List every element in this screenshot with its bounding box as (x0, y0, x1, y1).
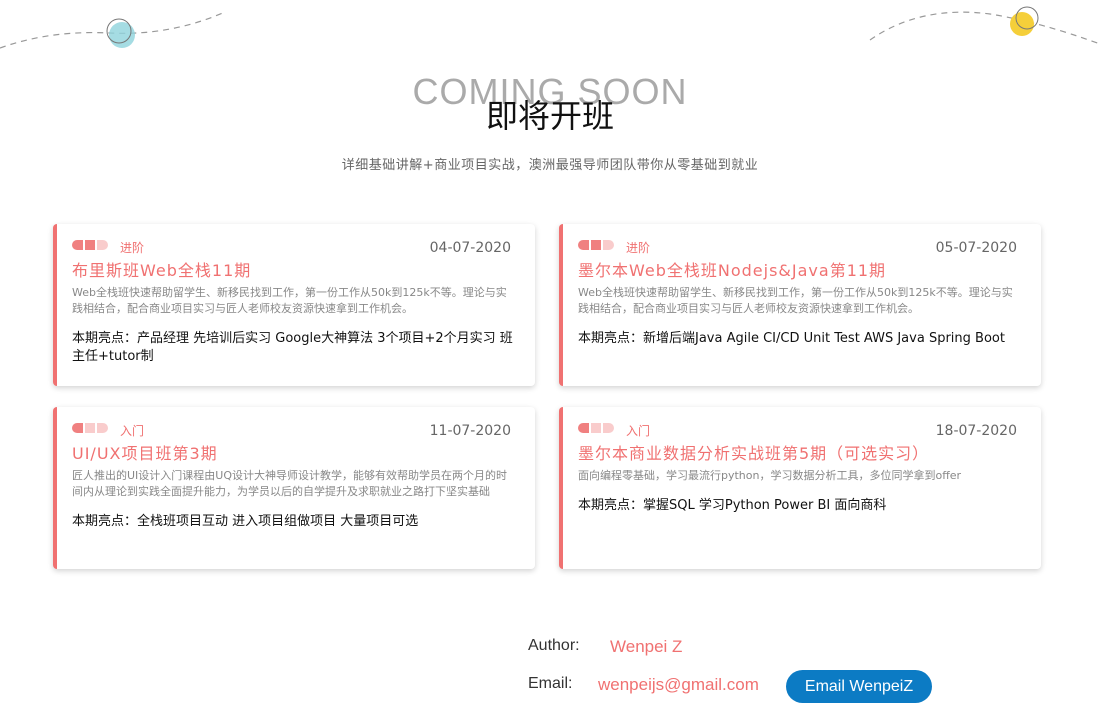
level-beginner-icon (72, 423, 108, 433)
level-badge: 进阶 (120, 241, 145, 255)
hero-section: COMING SOON 即将开班 详细基础讲解+商业项目实战，澳洲最强导师团队带… (0, 70, 1100, 173)
author-label: Author: (528, 637, 580, 654)
course-description: 面向编程零基础，学习最流行python，学习数据分析工具，多位同学拿到offer (578, 469, 962, 482)
dashed-curve-right (869, 11, 1100, 45)
page-subtitle: 详细基础讲解+商业项目实战，澳洲最强导师团队带你从零基础到就业 (341, 158, 759, 173)
email-row: Email: wenpeijs@gmail.com Email WenpeiZ (528, 670, 1048, 705)
course-card[interactable]: 入门 18-07-2020 墨尔本商业数据分析实战班第5期（可选实习） 面向编程… (559, 407, 1041, 569)
start-date: 05-07-2020 (935, 240, 1017, 256)
course-title[interactable]: UI/UX项目班第3期 (72, 443, 517, 465)
course-title[interactable]: 墨尔本Web全栈班Nodejs&Java第11期 (578, 260, 1023, 282)
level-advanced-icon (578, 240, 614, 250)
email-button[interactable]: Email WenpeiZ (786, 670, 932, 703)
author-row: Author: Wenpei Z (528, 633, 1048, 667)
level-badge: 入门 (626, 424, 651, 438)
email-label: Email: (528, 675, 573, 692)
start-date: 04-07-2020 (429, 240, 511, 256)
start-date: 11-07-2020 (429, 423, 511, 439)
course-highlights: 本期亮点：全栈班项目互动 进入项目组做项目 大量项目可选 (72, 514, 419, 529)
level-badge: 入门 (120, 424, 145, 438)
teal-bubble-icon (109, 22, 135, 48)
course-description: 匠人推出的UI设计入门课程由UQ设计大神导师设计教学，能够有效帮助学员在两个月的… (72, 469, 508, 498)
level-advanced-icon (72, 240, 108, 250)
course-highlights: 本期亮点：新增后端Java Agile CI/CD Unit Test AWS … (578, 331, 1005, 346)
course-card[interactable]: 进阶 05-07-2020 墨尔本Web全栈班Nodejs&Java第11期 W… (559, 224, 1041, 386)
author-name: Wenpei Z (610, 637, 683, 656)
start-date: 18-07-2020 (935, 423, 1017, 439)
yellow-bubble-icon (1010, 12, 1034, 36)
course-card[interactable]: 进阶 04-07-2020 布里斯班Web全栈11期 Web全栈班快速帮助留学生… (53, 224, 535, 386)
course-description: Web全栈班快速帮助留学生、新移民找到工作，第一份工作从50k到125k不等。理… (72, 286, 507, 315)
course-description: Web全栈班快速帮助留学生、新移民找到工作，第一份工作从50k到125k不等。理… (578, 286, 1013, 315)
page-title: 即将开班 (485, 97, 614, 135)
contact-footer: Author: Wenpei Z Email: wenpeijs@gmail.c… (528, 633, 1048, 705)
email-link[interactable]: wenpeijs@gmail.com (598, 675, 759, 695)
course-highlights: 本期亮点：产品经理 先培训后实习 Google大神算法 3个项目+2个月实习 班… (72, 331, 513, 364)
course-title[interactable]: 布里斯班Web全栈11期 (72, 260, 517, 282)
course-card[interactable]: 入门 11-07-2020 UI/UX项目班第3期 匠人推出的UI设计入门课程由… (53, 407, 535, 569)
course-highlights: 本期亮点：掌握SQL 学习Python Power BI 面向商科 (578, 498, 887, 513)
course-title[interactable]: 墨尔本商业数据分析实战班第5期（可选实习） (578, 443, 1023, 465)
decorative-background (0, 6, 1100, 49)
level-badge: 进阶 (626, 241, 651, 255)
page: COMING SOON 即将开班 详细基础讲解+商业项目实战，澳洲最强导师团队带… (0, 0, 1100, 723)
level-beginner-icon (578, 423, 614, 433)
